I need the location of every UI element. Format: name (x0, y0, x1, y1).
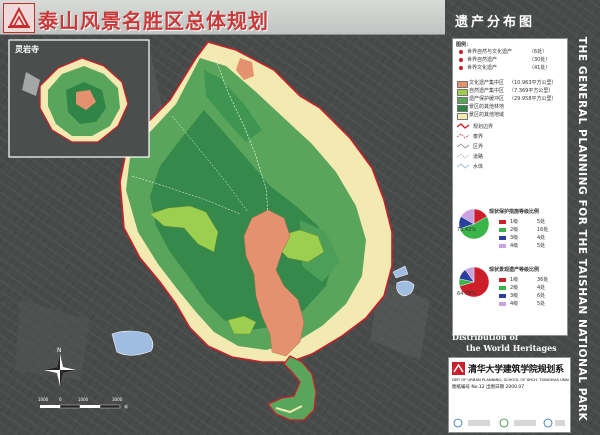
legend-point-count: （30处） (529, 57, 551, 63)
legend-area-label: 景区的其他林地 (469, 104, 505, 110)
pie-legend-count: 36处 (537, 277, 549, 283)
map-title: 泰山风景名胜区总体规划 (38, 9, 269, 33)
scale-label: 3000 (112, 397, 123, 402)
header-bar: 泰山风景名胜区总体规划 (0, 0, 445, 35)
pie-legend-count: 5处 (537, 301, 546, 307)
legend-heading: 图例： (456, 42, 472, 48)
legend-area-label: 文化遗产集中区 (469, 80, 505, 86)
scale-label: 1000 (78, 397, 89, 402)
scale-label: 1000 (38, 397, 49, 402)
pie-legend-label: 1级 (510, 219, 519, 225)
legend-line-label: 规划边界 (473, 124, 494, 130)
pie-legend-count: 6处 (537, 293, 546, 299)
pie-legend-swatch (499, 228, 506, 232)
legend-point-count: （41处） (529, 65, 551, 71)
legend-area-label: 景区的其他地域 (469, 112, 505, 118)
taishan-logo-icon (3, 3, 35, 33)
pie-legend-swatch (499, 220, 506, 224)
legend-line-label: 道路 (473, 154, 484, 160)
pie-legend-count: 16处 (537, 227, 549, 233)
legend-area-value: （29.958平方公里） (509, 96, 557, 102)
pie-legend-label: 3级 (510, 235, 519, 241)
legend-line-label: 泰界 (473, 134, 484, 140)
legend-point-label: 世界自然遗产 (467, 57, 498, 63)
credit-panel: 清华大学建筑学院规划系 DEP. OF URBAN PLANNING, SCHO… (448, 357, 571, 433)
heritage-point-icon (459, 50, 463, 54)
legend-area-label: 遗产保护缓冲区 (469, 96, 505, 102)
pie-legend-label: 3级 (510, 293, 519, 299)
pie-legend-label: 1级 (510, 277, 519, 283)
university-name: 清华大学建筑学院规划系 (468, 365, 564, 375)
department-name-en: DEP. OF URBAN PLANNING, SCHOOL OF ARCH. … (452, 377, 570, 382)
partner-logos-icon (453, 418, 565, 428)
side-title-strip: THE GENERAL PLANNING FOR THE TAISHAN NAT… (569, 30, 595, 428)
svg-text:N: N (57, 347, 62, 354)
pie-legend-swatch (499, 286, 506, 290)
pie-legend-count: 4处 (537, 235, 546, 241)
pie-legend-label: 4级 (510, 301, 519, 307)
heritage-distribution-map: N 泰山风景名胜区总体规划 遗产分布图 灵岩寺 THE GENERAL PLAN… (0, 0, 600, 435)
inset-label: 灵岩寺 (15, 45, 39, 54)
legend-swatch (457, 89, 468, 96)
pie-natural-legend: 1级 5处 2级 16处 3级 4处 4级 5处 (493, 219, 563, 253)
legend-swatch (457, 105, 468, 112)
legend-area-label: 自然遗产集中区 (469, 88, 505, 94)
legend-swatch (457, 81, 468, 88)
legend-panel: 图例： 世界自然与文化遗产 （6处） 世界自然遗产 （30处） 世界文化遗产 （… (452, 38, 568, 336)
pie-natural[interactable] (457, 207, 491, 241)
legend-swatch (457, 113, 468, 120)
legend-line-swatches (456, 123, 470, 169)
pie-cultural-pct-large: 64.74% (457, 291, 477, 297)
heritage-point-icon (459, 58, 463, 62)
legend-area-value: （10.963平方公里） (509, 80, 557, 86)
planning-area[interactable] (119, 41, 393, 363)
drawing-info: 图纸编号 No.12 出图日期 2000.07 (452, 385, 525, 390)
pie-legend-label: 2级 (510, 285, 519, 291)
side-title: THE GENERAL PLANNING FOR THE TAISHAN NAT… (576, 36, 588, 422)
pie-legend-swatch (499, 244, 506, 248)
legend-point-count: （6处） (529, 49, 548, 55)
pie-cultural-legend: 1级 36处 2级 4处 3级 6处 4级 5处 (493, 277, 563, 311)
pie-natural-pct-large: 73.42% (457, 227, 477, 233)
pie-cultural-title: 现状景观遗产等级比例 (489, 267, 540, 273)
inset-map[interactable] (8, 39, 150, 158)
pie-legend-swatch (499, 302, 506, 306)
legend-swatch (457, 97, 468, 104)
pie-legend-count: 5处 (537, 219, 546, 225)
scale-unit: 米 (124, 404, 128, 409)
heritage-point-icon (459, 66, 463, 70)
southern-extension[interactable] (266, 355, 317, 421)
legend-line-label: 区界 (473, 144, 484, 150)
pie-legend-label: 4级 (510, 243, 519, 249)
caption-line-1: Distribution of (452, 332, 519, 342)
caption-line-2: the World Heritages (466, 343, 557, 353)
legend-point-label: 世界自然与文化遗产 (467, 49, 513, 55)
map-subtitle: 遗产分布图 (455, 15, 536, 30)
scale-bar (40, 404, 121, 409)
university-logo-icon (452, 362, 465, 375)
pie-natural-title: 现状保护措施等级比例 (489, 209, 540, 215)
scale-label: 0 (59, 397, 62, 402)
pie-legend-count: 5处 (537, 243, 546, 249)
pie-legend-swatch (499, 278, 506, 282)
pie-legend-count: 4处 (537, 285, 546, 291)
distribution-caption: Distribution of the World Heritages (452, 331, 567, 357)
legend-line-label: 水体 (473, 164, 484, 170)
pie-legend-swatch (499, 236, 506, 240)
pie-legend-label: 2级 (510, 227, 519, 233)
pie-legend-swatch (499, 294, 506, 298)
legend-area-value: （7.369平方公里） (509, 88, 554, 94)
legend-point-label: 世界文化遗产 (467, 65, 498, 71)
